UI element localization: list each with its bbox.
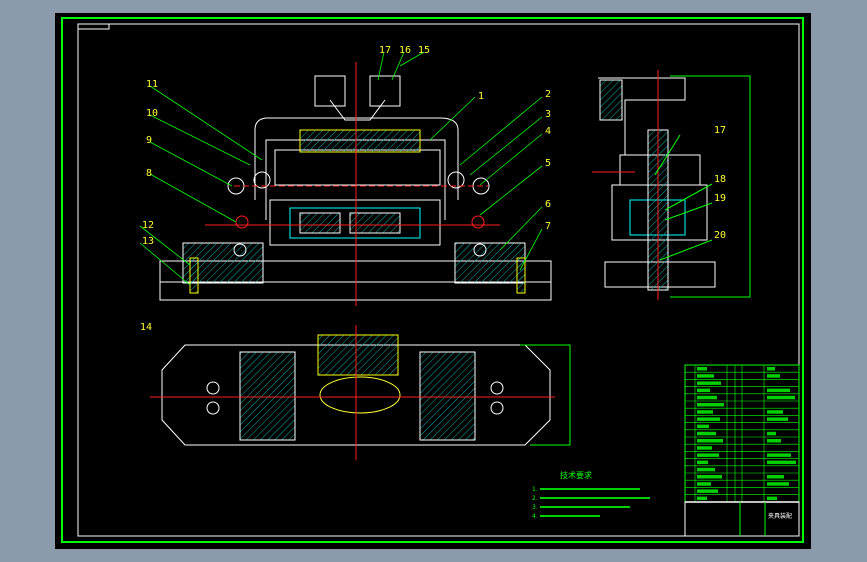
bom-text bbox=[767, 482, 789, 486]
bom-text bbox=[697, 388, 710, 393]
label-side-17: 17 bbox=[714, 125, 726, 136]
tech-req-3: 3. bbox=[532, 504, 538, 511]
bom-text bbox=[697, 410, 713, 414]
technical-requirements: 技术要求 1. 2. 3. 4. bbox=[532, 470, 650, 520]
label-15: 15 bbox=[418, 45, 430, 56]
title-block: 夹具装配 bbox=[684, 501, 800, 537]
bom-text bbox=[697, 403, 724, 407]
front-view bbox=[159, 62, 552, 306]
bom-text bbox=[697, 417, 720, 421]
label-side-18: 18 bbox=[714, 174, 726, 185]
bom-text bbox=[767, 460, 796, 465]
tech-req-title: 技术要求 bbox=[560, 470, 592, 480]
label-1: 1 bbox=[478, 91, 484, 102]
label-13: 13 bbox=[142, 236, 154, 247]
bom-text bbox=[697, 467, 715, 472]
side-view bbox=[592, 70, 751, 300]
label-side-19: 19 bbox=[714, 193, 726, 204]
tech-req-1: 1. bbox=[532, 486, 538, 493]
bom-text bbox=[697, 381, 721, 385]
drawing-number-box bbox=[77, 23, 110, 30]
label-5: 5 bbox=[545, 158, 551, 169]
label-16: 16 bbox=[399, 45, 411, 56]
outer-border bbox=[61, 17, 804, 543]
bom-text bbox=[697, 496, 707, 501]
label-6: 6 bbox=[545, 199, 551, 210]
bom-text bbox=[767, 388, 790, 393]
label-side-20: 20 bbox=[714, 230, 726, 241]
label-2: 2 bbox=[545, 89, 551, 100]
label-7: 7 bbox=[545, 221, 551, 232]
label-8: 8 bbox=[146, 168, 152, 179]
tech-req-4: 4. bbox=[532, 513, 538, 520]
bom-text bbox=[767, 367, 775, 371]
bom-text bbox=[767, 475, 784, 479]
top-view bbox=[150, 325, 571, 460]
drawing-title: 夹具装配 bbox=[768, 512, 792, 520]
label-14: 14 bbox=[140, 322, 152, 333]
label-3: 3 bbox=[545, 109, 551, 120]
bom-text bbox=[767, 410, 783, 414]
bom-text bbox=[697, 424, 709, 429]
part-labels: 1 2 3 4 5 6 7 8 9 10 11 12 13 15 16 17 1… bbox=[140, 45, 726, 333]
bom-text bbox=[767, 417, 788, 421]
bom-text bbox=[697, 460, 708, 465]
label-12: 12 bbox=[142, 220, 154, 231]
bom-text bbox=[767, 395, 795, 400]
bom-text bbox=[697, 482, 711, 486]
label-10: 10 bbox=[146, 108, 158, 119]
label-9: 9 bbox=[146, 135, 152, 146]
tech-req-2: 2. bbox=[532, 495, 538, 502]
bom-text bbox=[697, 431, 716, 436]
cad-drawing: 1 2 3 4 5 6 7 8 9 10 11 12 13 15 16 17 1… bbox=[61, 17, 804, 543]
bom-text bbox=[697, 475, 722, 479]
bom-text bbox=[767, 439, 781, 443]
label-17: 17 bbox=[379, 45, 391, 56]
drawing-sheet: 1 2 3 4 5 6 7 8 9 10 11 12 13 15 16 17 1… bbox=[55, 13, 811, 549]
bom-text bbox=[697, 374, 714, 378]
label-11: 11 bbox=[146, 79, 158, 90]
bom-text bbox=[697, 446, 712, 450]
bom-text bbox=[697, 453, 719, 457]
bom-text bbox=[697, 395, 717, 400]
bom-text bbox=[767, 453, 791, 457]
parts-list-table bbox=[684, 364, 800, 503]
bom-text bbox=[767, 496, 777, 501]
bom-text bbox=[697, 367, 707, 371]
bom-text bbox=[697, 489, 718, 493]
bom-text bbox=[767, 374, 780, 378]
bom-text bbox=[697, 439, 723, 443]
bom-text bbox=[767, 431, 776, 436]
label-4: 4 bbox=[545, 126, 551, 137]
